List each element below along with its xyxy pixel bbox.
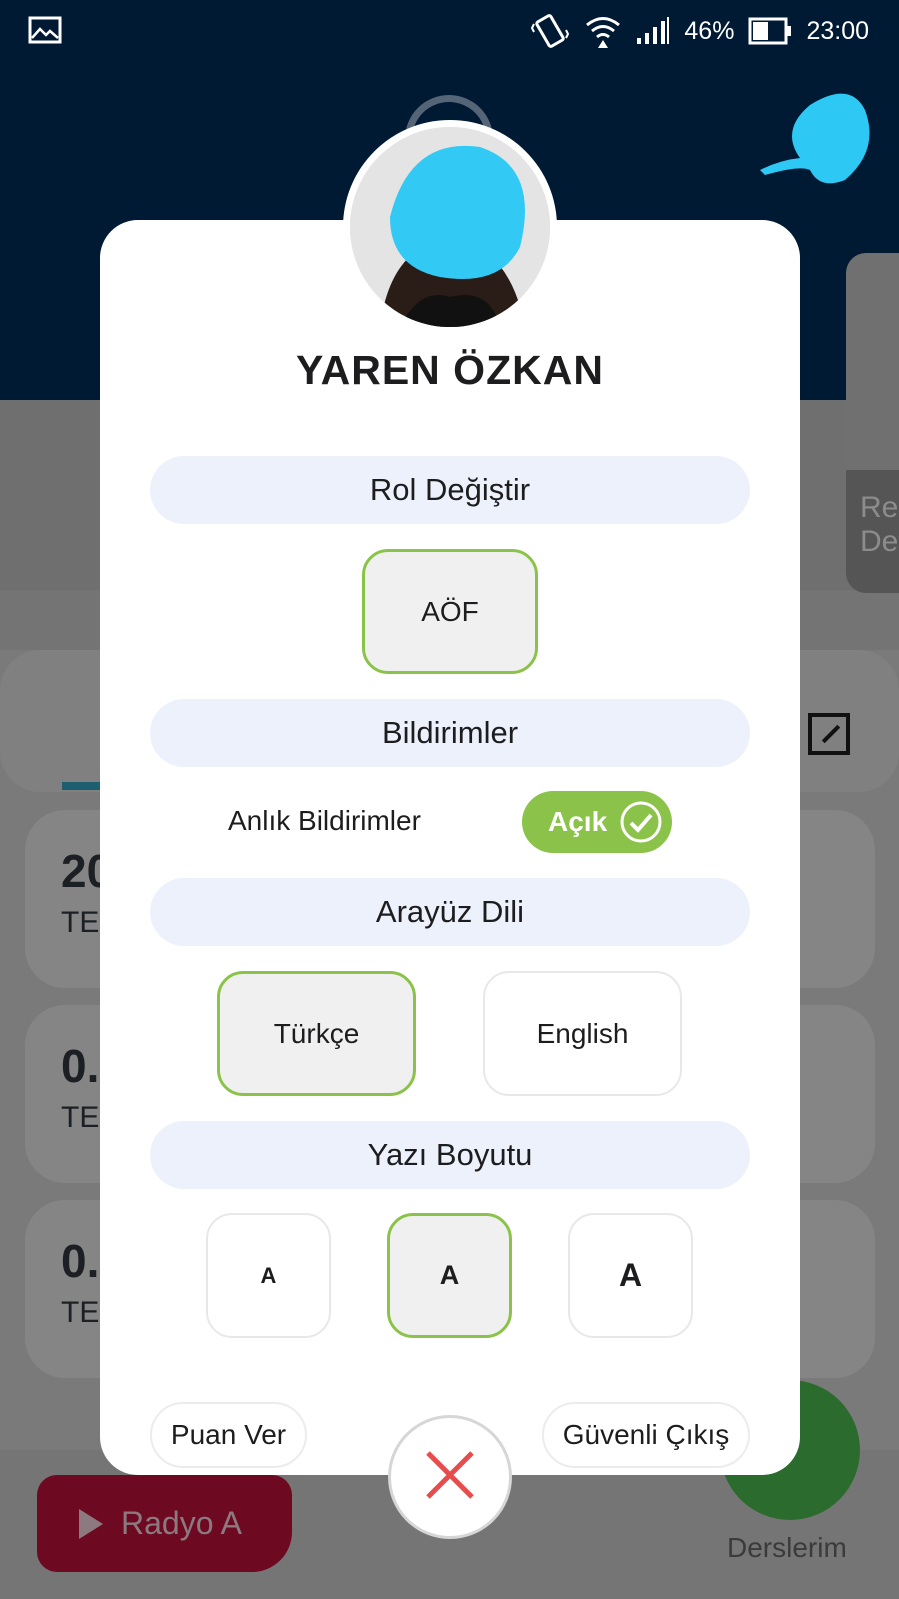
status-bar: 46% 23:00 <box>0 0 899 58</box>
list-item-label: TE <box>61 1296 100 1329</box>
signal-icon <box>636 16 670 46</box>
instant-notifications-label: Anlık Bildirimler <box>228 805 421 836</box>
section-notifications-title: Bildirimler <box>150 699 750 767</box>
font-size-large[interactable]: A <box>568 1213 693 1338</box>
rate-button[interactable]: Puan Ver <box>150 1402 307 1468</box>
user-name: YAREN ÖZKAN <box>296 347 604 393</box>
language-option-english[interactable]: English <box>483 971 682 1096</box>
check-icon <box>620 801 662 843</box>
gallery-icon <box>28 16 62 44</box>
radio-button-label: Radyo A <box>121 1505 242 1541</box>
font-size-small[interactable]: A <box>206 1213 331 1338</box>
logout-button[interactable]: Güvenli Çıkış <box>542 1402 750 1468</box>
section-language-title: Arayüz Dili <box>150 878 750 946</box>
wifi-icon <box>584 14 622 48</box>
section-font-size-title: Yazı Boyutu <box>150 1121 750 1189</box>
avatar <box>343 120 557 334</box>
close-icon <box>422 1447 478 1508</box>
notifications-toggle[interactable]: Açık <box>522 791 672 853</box>
list-item-value: 0. <box>61 1040 100 1092</box>
section-role-title: Rol Değiştir <box>150 456 750 524</box>
external-link-icon[interactable] <box>808 713 850 755</box>
clock: 23:00 <box>806 16 869 45</box>
profile-icon[interactable] <box>740 70 880 205</box>
role-option-aof[interactable]: AÖF <box>362 549 538 674</box>
list-item-label: TE <box>61 906 100 939</box>
list-item-value: 0. <box>61 1235 100 1287</box>
side-card: Re De <box>846 253 899 593</box>
close-button[interactable] <box>388 1415 512 1539</box>
radio-button[interactable]: Radyo A <box>37 1475 292 1572</box>
list-item-label: TE <box>61 1101 100 1134</box>
vibrate-icon <box>530 14 570 48</box>
toggle-label: Açık <box>548 806 608 837</box>
battery-icon <box>748 17 792 45</box>
battery-percent: 46% <box>684 16 735 45</box>
language-option-turkish[interactable]: Türkçe <box>217 971 416 1096</box>
play-icon <box>79 1508 103 1539</box>
font-size-medium[interactable]: A <box>387 1213 512 1338</box>
side-card-text: Re De <box>860 491 899 558</box>
courses-label: Derslerim <box>727 1532 847 1563</box>
